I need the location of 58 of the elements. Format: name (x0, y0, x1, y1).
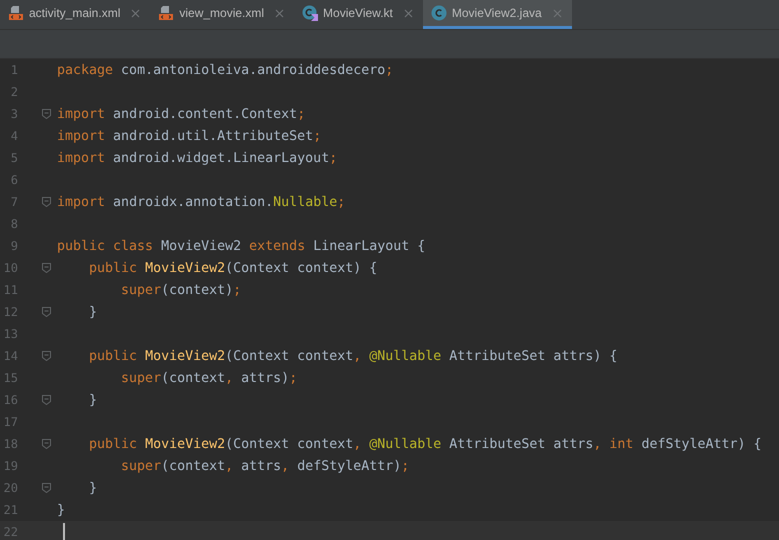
fold-icon[interactable] (42, 395, 51, 405)
close-icon[interactable] (131, 8, 140, 18)
code-line: super(context); (120, 282, 242, 298)
close-icon[interactable] (275, 8, 284, 18)
line-number: 16 (2, 393, 18, 407)
line-number: 20 (2, 481, 18, 495)
code-line: package com.antonioleiva.androiddesdecero; (57, 62, 394, 78)
code-line: import android.content.Context; (57, 106, 306, 122)
code-line: super(context, attrs); (120, 370, 298, 386)
line-number: 15 (2, 371, 18, 385)
code-line: import android.util.AttributeSet; (57, 128, 322, 144)
line-number: 2 (10, 85, 18, 99)
line-number: 14 (2, 349, 18, 363)
line-number: 4 (10, 129, 18, 143)
text-cursor (63, 523, 65, 540)
code-line: public MovieView2(Context context, @Nullable AttributeSet attrs, int defStyleAttr) { (88, 436, 762, 452)
code-line: } (88, 304, 98, 320)
close-icon[interactable] (552, 8, 562, 18)
code-line: } (57, 502, 66, 518)
line-number: 3 (10, 107, 18, 121)
fold-icon[interactable] (42, 307, 51, 317)
line-number: 13 (2, 327, 18, 341)
code-line: import android.widget.LinearLayout; (57, 150, 338, 166)
code-line: import androidx.annotation.Nullable; (57, 194, 346, 210)
line-number: 9 (10, 239, 18, 253)
java-class-icon (430, 5, 447, 21)
code-line: public MovieView2(Context context) { (88, 260, 378, 276)
fold-icon[interactable] (42, 263, 51, 273)
line-number: 10 (2, 261, 18, 275)
line-number: 5 (10, 151, 18, 165)
close-icon[interactable] (404, 8, 413, 18)
code-line: public class MovieView2 extends LinearLayout { (57, 238, 426, 254)
editor-tab[interactable]: MovieView.kt (294, 0, 423, 29)
line-number: 21 (2, 503, 18, 517)
line-number: 7 (10, 195, 18, 209)
line-number: 11 (2, 283, 18, 297)
line-number: 12 (2, 305, 18, 319)
code-line: public MovieView2(Context context, @Nullable AttributeSet attrs) { (88, 348, 618, 364)
code-line: super(context, attrs, defStyleAttr); (120, 458, 410, 474)
fold-icon[interactable] (42, 197, 51, 207)
editor-tab[interactable]: view_movie.xml (150, 0, 294, 29)
xml-file-icon (8, 5, 24, 21)
fold-icon[interactable] (42, 351, 51, 361)
line-number: 8 (10, 217, 18, 231)
fold-icon[interactable] (42, 439, 51, 449)
code-line: } (88, 480, 98, 496)
line-number: 6 (10, 173, 18, 187)
fold-icon[interactable] (42, 109, 51, 119)
code-line: } (88, 392, 98, 408)
line-number: 18 (2, 437, 18, 451)
line-number: 17 (2, 415, 18, 429)
fold-icon[interactable] (42, 483, 51, 493)
xml-file-icon (158, 5, 174, 21)
editor-tab[interactable]: activity_main.xml (0, 0, 150, 29)
editor-tab[interactable]: MovieView2.java (422, 0, 572, 29)
line-number: 19 (2, 459, 18, 473)
kotlin-class-icon (302, 5, 318, 21)
line-number: 1 (10, 63, 18, 77)
